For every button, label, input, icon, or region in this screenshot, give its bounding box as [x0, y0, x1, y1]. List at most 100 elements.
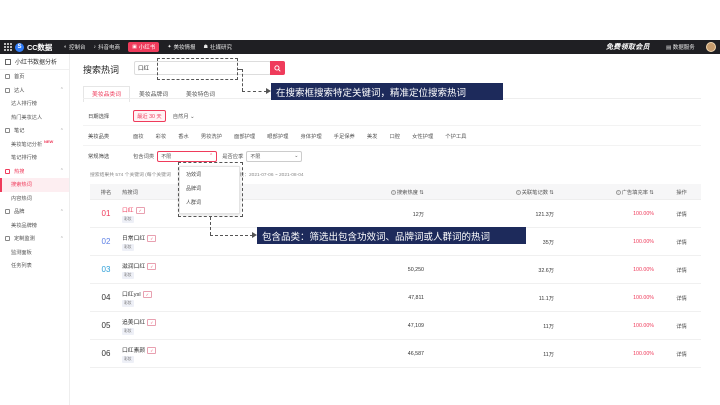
- category-option[interactable]: 面妆: [133, 132, 144, 140]
- word-cell: 口红ysl ✓ 彩妆: [122, 289, 332, 307]
- hot-cell: 50,250: [407, 266, 424, 273]
- nav-xiaohongshu[interactable]: ▣ 小红书: [128, 42, 160, 52]
- category-option[interactable]: 香水: [178, 132, 189, 140]
- category-tag: 彩妆: [122, 271, 134, 279]
- notes-cell: 32.6万: [538, 267, 554, 274]
- hot-word[interactable]: 口红: [122, 208, 134, 214]
- detail-pill-icon[interactable]: ✓: [147, 234, 157, 242]
- sidebar-item-label: 热搜: [14, 168, 25, 175]
- sidebar-item-5[interactable]: 美妆笔记分析 NEW: [0, 138, 69, 152]
- table-row[interactable]: 04 口红ysl ✓ 彩妆 47,811 11.1万 100.00% 详情: [90, 284, 701, 312]
- detail-pill-icon[interactable]: ✓: [135, 206, 145, 214]
- nav-douyin[interactable]: ♪ 抖音电商: [94, 43, 121, 51]
- nav-social[interactable]: ☗ 社媒研究: [204, 43, 233, 51]
- sidebar-item-label: 笔记排行榜: [11, 155, 37, 162]
- sidebar-group-4[interactable]: 笔记 ⌃: [0, 124, 69, 138]
- sidebar-item-13[interactable]: 监测面板: [0, 246, 69, 260]
- tab-brand-words[interactable]: 美妆品牌词: [130, 86, 177, 102]
- tab-category-words[interactable]: 美妆品类词: [83, 86, 130, 102]
- seasonal-label: 是否应季: [222, 154, 244, 160]
- detail-link[interactable]: 详情: [662, 322, 701, 330]
- category-option[interactable]: 身体护理: [300, 132, 321, 140]
- detail-link[interactable]: 详情: [662, 266, 701, 274]
- col-notes[interactable]: ? 关联笔记数 ⇅: [432, 188, 562, 196]
- detail-link[interactable]: 详情: [662, 238, 701, 246]
- category-option[interactable]: 美发: [367, 132, 378, 140]
- filter-panel: 日期选择 最近 30 天 自然月 ⌄ 美妆品类 面妆 彩妆 香水 男妆洗护 面部护理 眼部…: [83, 106, 701, 166]
- table-body: 01口红✓彩妆12万121.3万100.00%详情02日常口红✓彩妆51,096…: [90, 200, 701, 368]
- category-option[interactable]: 个护工具: [445, 132, 466, 140]
- table-row[interactable]: 03 滋润口红 ✓ 彩妆 50,250 32.6万 100.00% 详情: [90, 256, 701, 284]
- detail-pill-icon[interactable]: ✓: [147, 318, 157, 326]
- sidebar-group-0[interactable]: 首页: [0, 70, 69, 84]
- sidebar-item-6[interactable]: 笔记排行榜: [0, 151, 69, 165]
- rank-cell: 01: [101, 209, 111, 218]
- col-hot[interactable]: ? 搜索热度 ⇅: [332, 188, 432, 196]
- sidebar: 小红书数据分析 首页 达人 ⌃ 达人排行榜 热门美妆达人 笔记 ⌃ 美妆笔记分析 NEW 笔记排行…: [0, 54, 70, 405]
- category-option[interactable]: 男妆洗护: [201, 132, 222, 140]
- apps-grid-icon[interactable]: [4, 43, 12, 51]
- include-type-select[interactable]: 不限 ⌃: [157, 150, 218, 162]
- menu-icon[interactable]: [5, 58, 11, 65]
- col-ad[interactable]: ? 广告填充率 ⇅: [562, 188, 662, 196]
- hot-word[interactable]: 日常口红: [122, 236, 145, 242]
- search-callout: 在搜索框搜索特定关键词，精准定位搜索热词: [271, 83, 503, 100]
- avatar[interactable]: [706, 42, 716, 52]
- sidebar-item-11[interactable]: 美妆品牌榜: [0, 219, 69, 233]
- hot-word[interactable]: 口红ysl: [122, 292, 141, 298]
- hot-word[interactable]: 追美口红: [122, 320, 145, 326]
- sidebar-item-14[interactable]: 任务列表: [0, 259, 69, 273]
- hot-word[interactable]: 口红素颜: [122, 348, 145, 354]
- tab-feature-words[interactable]: 美妆特色词: [177, 86, 224, 102]
- category-option[interactable]: 眼部护理: [267, 132, 288, 140]
- sidebar-item-9[interactable]: 内容热词: [0, 192, 69, 206]
- col-op: 操作: [676, 189, 687, 196]
- sidebar-item-3[interactable]: 热门美妆达人: [0, 111, 69, 125]
- word-cell: 追美口红 ✓ 彩妆: [122, 317, 332, 335]
- table-row[interactable]: 06 口红素颜 ✓ 彩妆 46,587 11万 100.00% 详情: [90, 340, 701, 368]
- category-option[interactable]: 女性护理: [412, 132, 433, 140]
- sidebar-group-10[interactable]: 品牌 ⌃: [0, 205, 69, 219]
- seasonal-select[interactable]: 不限 ⌄: [246, 150, 303, 162]
- detail-pill-icon[interactable]: ✓: [147, 346, 157, 354]
- logo-text: CC数据: [27, 42, 53, 52]
- table-row[interactable]: 05 追美口红 ✓ 彩妆 47,109 11万 100.00% 详情: [90, 312, 701, 340]
- detail-link[interactable]: 详情: [662, 210, 701, 218]
- hot-cell: 12万: [412, 211, 424, 218]
- detail-pill-icon[interactable]: ✓: [142, 290, 152, 298]
- search-button[interactable]: [270, 61, 285, 75]
- search-connector-h: [242, 91, 267, 92]
- detail-pill-icon[interactable]: ✓: [147, 262, 157, 270]
- category-filter-row: 美妆品类 面妆 彩妆 香水 男妆洗护 面部护理 眼部护理 身体护理 手足保养 美发 口腔 女性护理 个…: [83, 126, 701, 146]
- promo-free-membership[interactable]: 免费领取会员: [606, 42, 650, 52]
- hot-word[interactable]: 滋润口红: [122, 264, 145, 270]
- sidebar-item-8[interactable]: 搜索热词: [0, 178, 69, 192]
- menu-group-icon: [5, 168, 10, 174]
- nav-console[interactable]: ◐ 控制台: [64, 43, 86, 51]
- include-label: 包含词类: [133, 154, 155, 160]
- chevron-down-icon: ⌄: [294, 153, 299, 159]
- logo-mark-icon: S: [15, 42, 24, 52]
- category-option[interactable]: 彩妆: [156, 132, 167, 140]
- detail-link[interactable]: 详情: [662, 350, 701, 358]
- logo[interactable]: S CC数据: [0, 42, 62, 53]
- sidebar-group-1[interactable]: 达人 ⌃: [0, 84, 69, 98]
- date-natural-month[interactable]: 自然月 ⌄: [170, 111, 198, 121]
- main-nav: ◐ 控制台 ♪ 抖音电商 ▣ 小红书 ✦ 美妆情报 ☗ 社媒研究: [64, 42, 232, 52]
- help-icon: ?: [390, 189, 396, 195]
- sidebar-group-12[interactable]: 定制监测 ⌃: [0, 232, 69, 246]
- category-option[interactable]: 面部护理: [234, 132, 255, 140]
- category-option[interactable]: 口腔: [389, 132, 400, 140]
- rank-cell: 05: [101, 321, 111, 330]
- data-service-link[interactable]: ▤ 数据服务: [666, 43, 695, 51]
- date-last-30-days[interactable]: 最近 30 天: [133, 109, 166, 122]
- hot-cell: 47,811: [408, 294, 424, 301]
- sidebar-item-2[interactable]: 达人排行榜: [0, 97, 69, 111]
- chevron-up-icon: ⌃: [59, 168, 64, 175]
- sidebar-group-7[interactable]: 热搜 ⌃: [0, 165, 69, 179]
- nav-beauty[interactable]: ✦ 美妆情报: [167, 43, 195, 51]
- detail-link[interactable]: 详情: [662, 294, 701, 302]
- category-option[interactable]: 手足保养: [334, 132, 355, 140]
- sidebar-item-label: 定制监测: [14, 236, 35, 243]
- sidebar-item-label: 首页: [14, 74, 25, 81]
